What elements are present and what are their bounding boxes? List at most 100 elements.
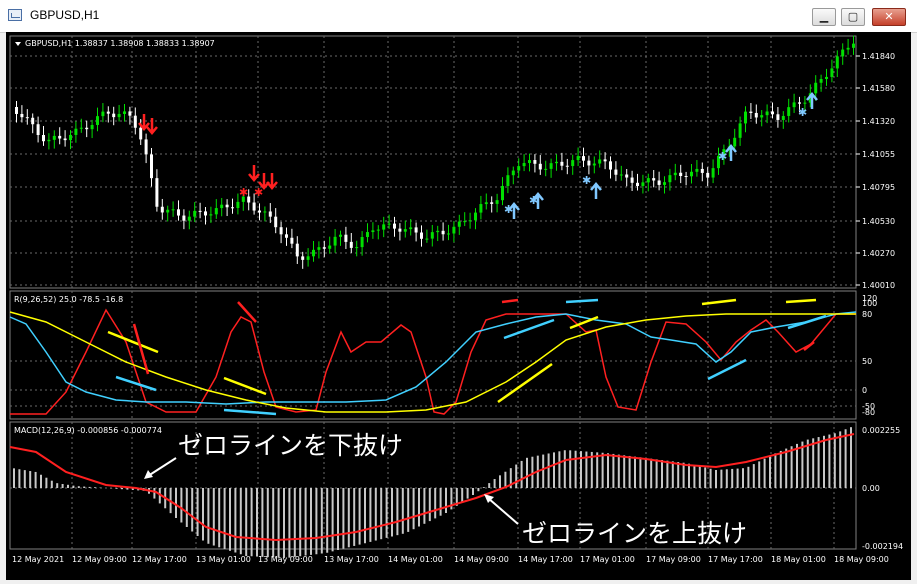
candle-body: [441, 230, 445, 235]
signal-star-icon: ✱: [582, 174, 591, 187]
candle-body: [587, 160, 591, 166]
time-axis-label: 14 May 17:00: [518, 555, 573, 564]
candle-body: [425, 238, 429, 240]
candle-body: [830, 68, 834, 77]
candle-body: [825, 76, 828, 80]
rci-signal-stroke: [785, 298, 817, 304]
candle-body: [101, 111, 105, 117]
rci-signal-stroke: [107, 330, 159, 354]
annotation-cross-down: ゼロラインを下抜け: [178, 431, 403, 460]
time-axis-label: 13 May 17:00: [324, 555, 379, 564]
candle-body: [25, 117, 29, 119]
candle-body: [517, 166, 521, 171]
candle-body: [544, 168, 548, 170]
candle-body: [646, 178, 650, 183]
candle-body: [128, 111, 132, 116]
candle-body: [495, 200, 499, 204]
candle-body: [565, 165, 569, 167]
candle-body: [79, 127, 83, 129]
candle-body: [393, 223, 396, 229]
candle-body: [679, 172, 683, 176]
macd-axis-label: -0.002194: [862, 542, 903, 551]
close-button[interactable]: ✕: [872, 8, 906, 26]
time-axis-label: 17 May 01:00: [580, 555, 635, 564]
buy-arrow-icon: [590, 182, 602, 199]
candle-body: [657, 180, 661, 185]
time-axis-label: 13 May 01:00: [196, 555, 251, 564]
candle-body: [619, 174, 623, 176]
candle-body: [155, 178, 159, 207]
candle-body: [555, 161, 558, 164]
candle-body: [522, 163, 526, 167]
candle-body: [214, 208, 218, 215]
candle-body: [187, 216, 191, 221]
candle-body: [123, 111, 126, 114]
candle-body: [285, 234, 288, 238]
candle-body: [198, 210, 202, 212]
candle-body: [452, 226, 456, 234]
candle-body: [776, 114, 780, 120]
candle-body: [690, 171, 693, 177]
signal-star-icon: ✱: [504, 203, 513, 216]
macd-header: MACD(12,26,9) -0.000856 -0.000774: [14, 426, 162, 435]
price-axis-label: 1.40795: [862, 183, 895, 192]
rci-long-line: [9, 311, 856, 413]
candle-body: [349, 241, 353, 248]
candle-body: [484, 202, 488, 205]
candle-body: [263, 211, 267, 213]
candle-body: [85, 127, 89, 130]
candle-body: [306, 256, 310, 260]
candle-body: [322, 247, 326, 249]
candle-body: [787, 107, 791, 116]
chart-canvas[interactable]: ✱ ✱ ✱ ✱ ✱ ✱ ✱ 12 May 2021 12 May 09:00 12 May 17…: [6, 32, 911, 580]
candle-body: [160, 206, 164, 213]
rci-short-line: [10, 308, 856, 415]
chart-svg[interactable]: ✱ ✱ ✱ ✱ ✱ ✱ ✱ 12 May 2021 12 May 09:00 12 May 17…: [6, 32, 911, 580]
candle-body: [74, 128, 78, 135]
candle-body: [279, 227, 283, 235]
candle-body: [706, 172, 710, 178]
candle-body: [177, 209, 180, 216]
candle-body: [754, 112, 758, 118]
candle-body: [409, 227, 413, 230]
maximize-button[interactable]: ▢: [841, 8, 865, 26]
minimize-button[interactable]: ▁: [812, 8, 836, 26]
buy-arrow-icon: [806, 92, 818, 109]
rci-axis-label: -80: [862, 408, 875, 417]
candle-body: [42, 135, 45, 142]
candle-body: [15, 107, 18, 114]
candle-body: [58, 135, 62, 139]
candle-body: [90, 124, 94, 130]
candle-body: [738, 123, 742, 138]
candle-body: [301, 256, 305, 260]
signal-star-icon: ✱: [798, 106, 807, 119]
candle-body: [376, 229, 380, 231]
candle-body: [63, 138, 67, 141]
price-axis-label: 1.40270: [862, 249, 895, 258]
candle-body: [139, 127, 143, 140]
candle-body: [630, 177, 634, 183]
candle-body: [387, 223, 391, 225]
candle-body: [841, 49, 845, 57]
candle-body: [684, 175, 688, 177]
price-axis-label: 1.40530: [862, 217, 895, 226]
candle-body: [106, 111, 110, 114]
rci-signal-stroke: [237, 301, 257, 323]
candle-body: [673, 172, 677, 176]
candle-body: [209, 214, 213, 216]
time-axis-label: 17 May 09:00: [646, 555, 701, 564]
candle-body: [744, 111, 747, 124]
dropdown-triangle-icon[interactable]: [15, 42, 21, 46]
candle-body: [420, 232, 423, 239]
rci-signal-stroke: [115, 375, 157, 392]
candle-body: [150, 154, 153, 179]
signal-star-icon: ✱: [718, 150, 727, 163]
time-axis-label: 14 May 09:00: [454, 555, 509, 564]
candle-body: [366, 232, 369, 238]
main-header: GBPUSD,H1 1.38837 1.38908 1.38833 1.3890…: [25, 39, 215, 48]
candle-body: [781, 115, 785, 120]
signal-star-icon: ✱: [254, 186, 263, 199]
candle-body: [371, 230, 375, 233]
candle-body: [700, 168, 704, 173]
candle-body: [846, 47, 850, 50]
